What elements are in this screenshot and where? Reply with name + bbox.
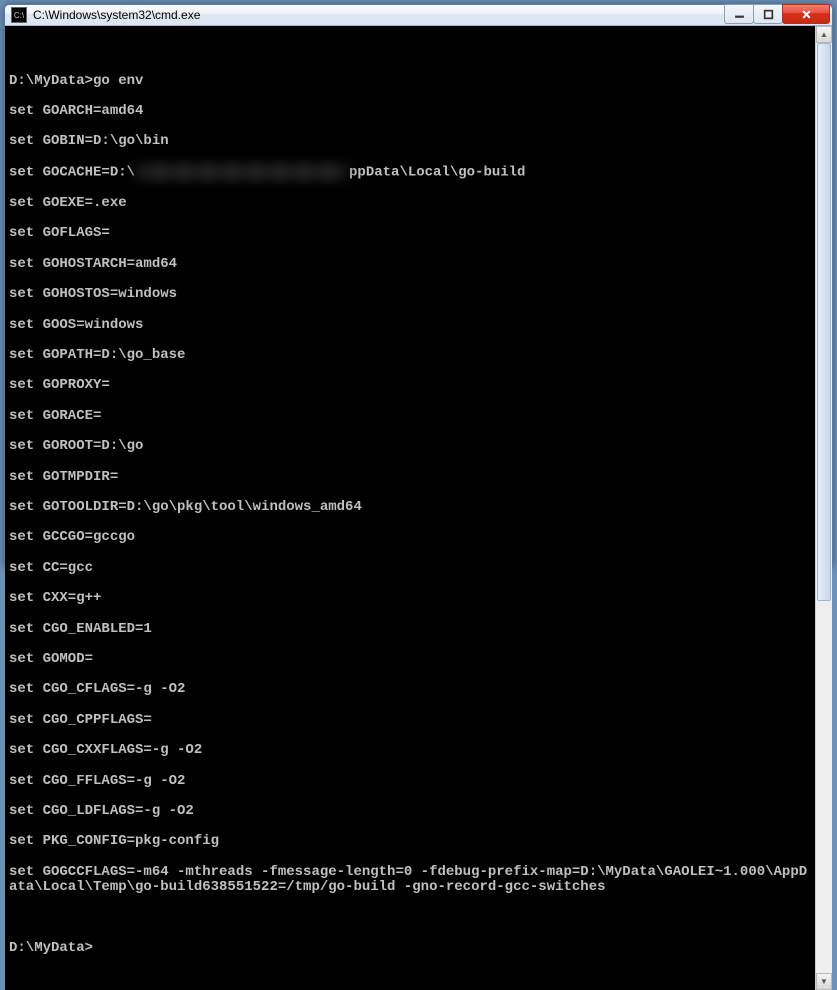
env-line: set GCCGO=gccgo <box>9 530 815 545</box>
env-line: set GOPROXY= <box>9 378 815 393</box>
scroll-down-arrow[interactable]: ▼ <box>816 973 832 990</box>
maximize-button[interactable] <box>753 4 783 24</box>
env-line: set GOGCCFLAGS=-m64 -mthreads -fmessage-… <box>9 865 815 895</box>
prompt-path: D:\MyData> <box>9 74 93 89</box>
prompt-path: D:\MyData> <box>9 941 93 956</box>
env-line: set CC=gcc <box>9 561 815 576</box>
title-bar[interactable]: C:\ C:\Windows\system32\cmd.exe <box>5 5 832 26</box>
env-line: set CGO_ENABLED=1 <box>9 622 815 637</box>
command-text: go env <box>93 74 143 89</box>
terminal-output[interactable]: D:\MyData>go env set GOARCH=amd64 set GO… <box>5 26 815 990</box>
env-line: set CGO_LDFLAGS=-g -O2 <box>9 804 815 819</box>
scroll-track[interactable] <box>816 43 832 973</box>
env-line: set GOHOSTARCH=amd64 <box>9 257 815 272</box>
env-line: set GOMOD= <box>9 652 815 667</box>
env-line: set GOOS=windows <box>9 318 815 333</box>
env-line: set GOTOOLDIR=D:\go\pkg\tool\windows_amd… <box>9 500 815 515</box>
env-line: set CGO_CPPFLAGS= <box>9 713 815 728</box>
scroll-up-arrow[interactable]: ▲ <box>816 26 832 43</box>
env-line: set GOBIN=D:\go\bin <box>9 134 815 149</box>
scroll-thumb[interactable] <box>817 43 831 601</box>
redacted-text <box>137 165 347 179</box>
env-line: set GOEXE=.exe <box>9 196 815 211</box>
cmd-icon: C:\ <box>11 7 27 23</box>
env-line: set GOFLAGS= <box>9 226 815 241</box>
cmd-window: C:\ C:\Windows\system32\cmd.exe D:\MyDat… <box>4 4 833 566</box>
env-line: set GOCACHE=D:\ppData\Local\go-build <box>9 165 815 181</box>
vertical-scrollbar[interactable]: ▲ ▼ <box>815 26 832 990</box>
env-line: set GOROOT=D:\go <box>9 439 815 454</box>
env-line: set CGO_CXXFLAGS=-g -O2 <box>9 743 815 758</box>
env-line: set GORACE= <box>9 409 815 424</box>
env-line: set CGO_CFLAGS=-g -O2 <box>9 682 815 697</box>
env-line: set GOTMPDIR= <box>9 470 815 485</box>
env-line: set GOARCH=amd64 <box>9 104 815 119</box>
window-controls <box>725 5 830 25</box>
env-line: set GOHOSTOS=windows <box>9 287 815 302</box>
env-line: set CXX=g++ <box>9 591 815 606</box>
minimize-button[interactable] <box>724 4 754 24</box>
env-line: set PKG_CONFIG=pkg-config <box>9 834 815 849</box>
close-button[interactable] <box>782 4 830 24</box>
env-line: set GOPATH=D:\go_base <box>9 348 815 363</box>
env-line: set CGO_FFLAGS=-g -O2 <box>9 774 815 789</box>
window-title: C:\Windows\system32\cmd.exe <box>33 8 725 22</box>
terminal-area: D:\MyData>go env set GOARCH=amd64 set GO… <box>5 26 832 990</box>
